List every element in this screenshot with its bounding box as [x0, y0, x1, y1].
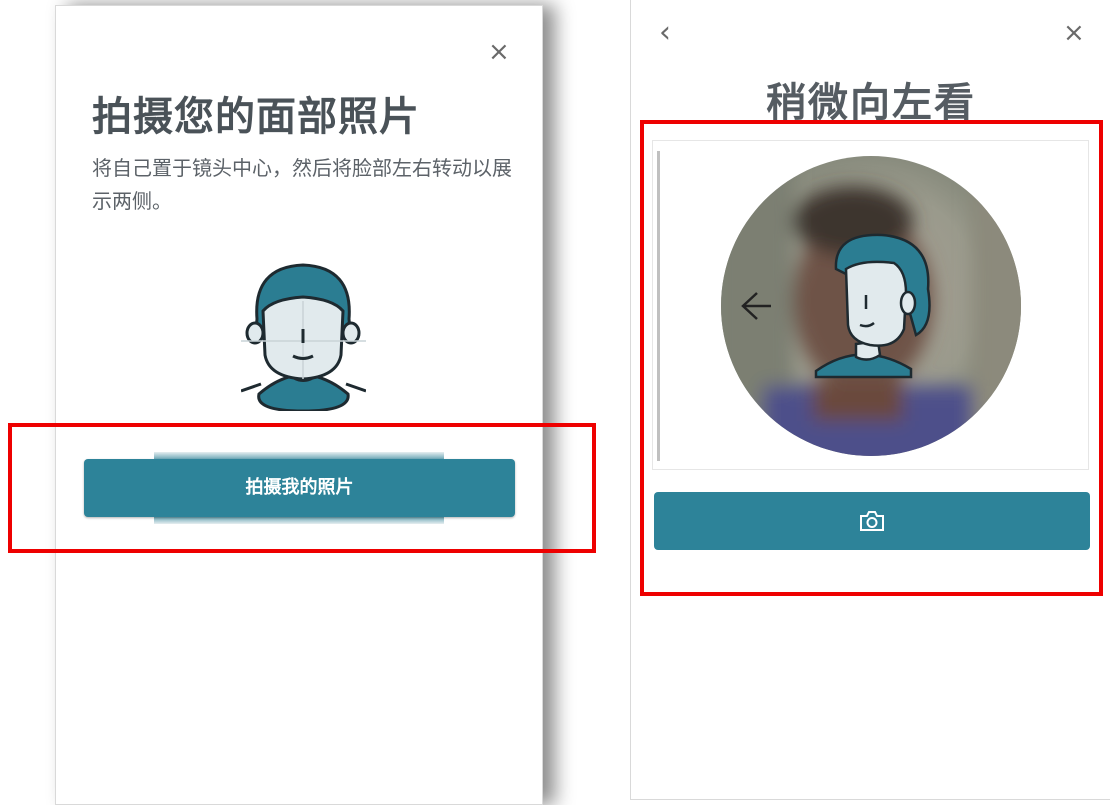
highlight-box [8, 423, 596, 553]
face-capture-intro-panel: × 拍摄您的面部照片 将自己置于镜头中心，然后将脸部左右转动以展示两侧。 [55, 5, 543, 805]
close-icon[interactable]: × [488, 39, 510, 65]
close-icon[interactable]: × [1063, 20, 1085, 46]
face-guide-illustration-icon [241, 263, 366, 411]
back-chevron-icon[interactable]: ‹ [659, 18, 671, 48]
highlight-box [640, 120, 1103, 596]
page-title: 拍摄您的面部照片 [92, 94, 420, 140]
instruction-text: 将自己置于镜头中心，然后将脸部左右转动以展示两侧。 [92, 156, 512, 213]
